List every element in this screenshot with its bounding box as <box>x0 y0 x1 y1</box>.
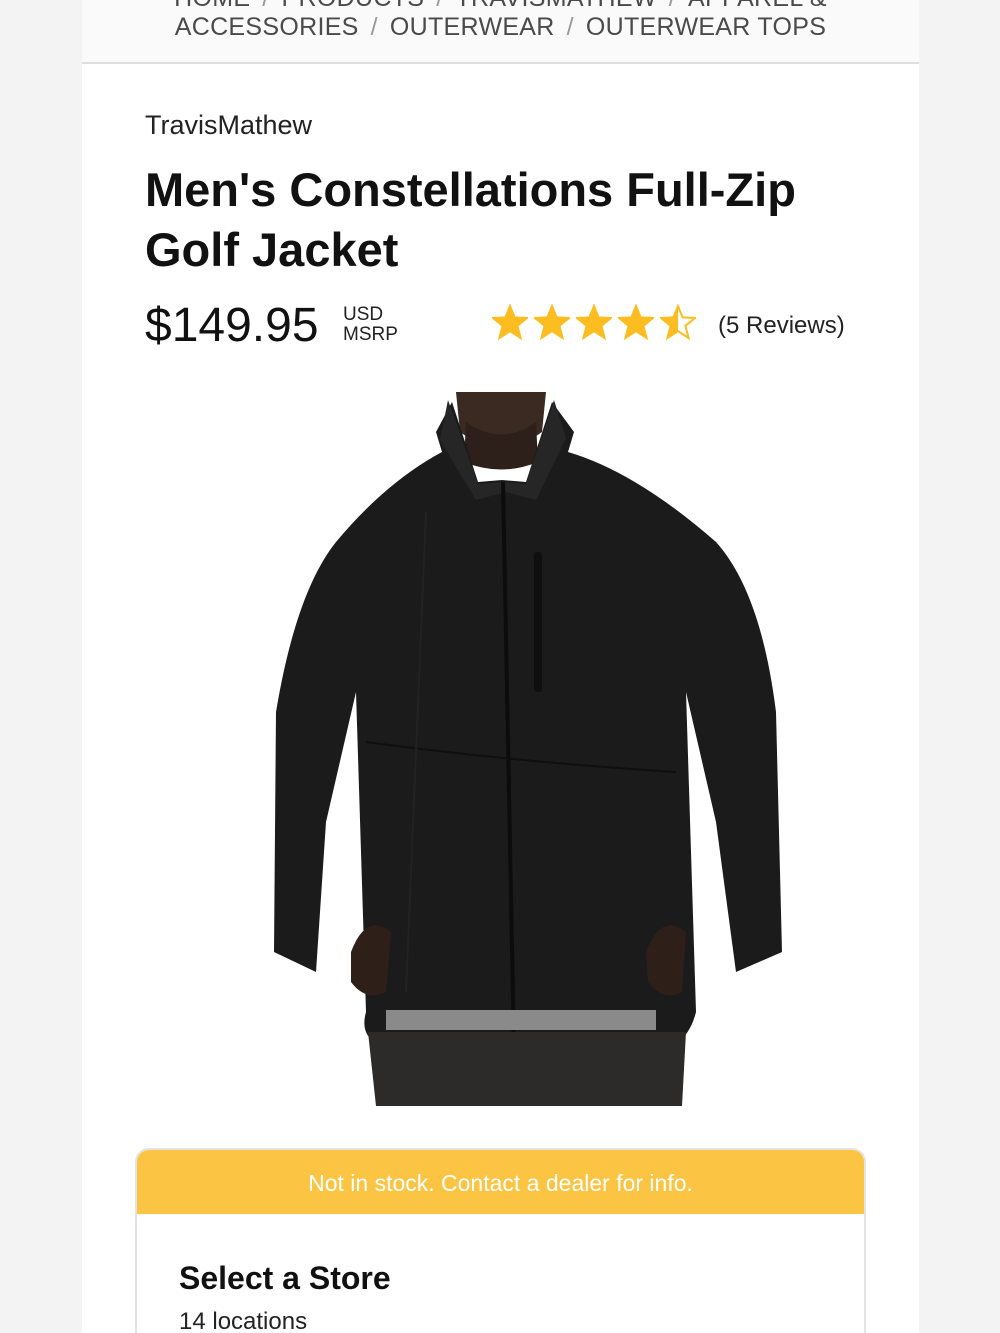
product-page: HOME/PRODUCTS/TRAVISMATHEW/APPAREL & ACC… <box>82 0 919 1333</box>
product-price: $149.95 <box>145 299 319 352</box>
breadcrumb-item-travismathew[interactable]: TRAVISMATHEW <box>455 0 656 12</box>
price-currency: USD <box>343 304 384 325</box>
breadcrumb-separator: / <box>262 0 269 12</box>
star-filled-icon <box>618 304 654 340</box>
reviews-link[interactable]: (5 Reviews) <box>718 312 845 340</box>
breadcrumb-item-apparel[interactable]: APPAREL & <box>688 0 827 12</box>
breadcrumb-separator: / <box>669 0 676 12</box>
select-store-title[interactable]: Select a Store <box>179 1260 391 1297</box>
breadcrumb-item-outerwear-tops[interactable]: OUTERWEAR TOPS <box>586 13 826 41</box>
product-title: Men's Constellations Full-Zip Golf Jacke… <box>145 163 796 276</box>
price-type: MSRP <box>343 324 398 345</box>
price-currency-block: USD MSRP <box>343 305 398 345</box>
breadcrumb-item-products[interactable]: PRODUCTS <box>282 0 425 12</box>
breadcrumb-item-home[interactable]: HOME <box>174 0 250 12</box>
star-filled-icon <box>576 304 612 340</box>
store-locations-count: 14 locations <box>179 1308 308 1333</box>
breadcrumb-separator: / <box>370 13 378 41</box>
breadcrumb-separator: / <box>566 13 574 41</box>
breadcrumb: HOME/PRODUCTS/TRAVISMATHEW/APPAREL & ACC… <box>82 0 919 64</box>
breadcrumb-separator: / <box>436 0 443 12</box>
product-photo-jacket-icon[interactable] <box>216 392 782 1106</box>
stock-status-banner: Not in stock. Contact a dealer for info. <box>137 1150 864 1214</box>
rating-stars[interactable] <box>492 304 696 348</box>
star-filled-icon <box>534 304 570 340</box>
breadcrumb-line-2: ACCESSORIES / OUTERWEAR / OUTERWEAR TOPS <box>82 12 919 42</box>
breadcrumb-item-outerwear[interactable]: OUTERWEAR <box>390 13 555 41</box>
star-half-icon <box>660 304 696 340</box>
stock-card: Not in stock. Contact a dealer for info.… <box>135 1148 866 1333</box>
product-brand[interactable]: TravisMathew <box>145 110 312 141</box>
breadcrumb-item-accessories[interactable]: ACCESSORIES <box>175 13 359 41</box>
star-filled-icon <box>492 304 528 340</box>
